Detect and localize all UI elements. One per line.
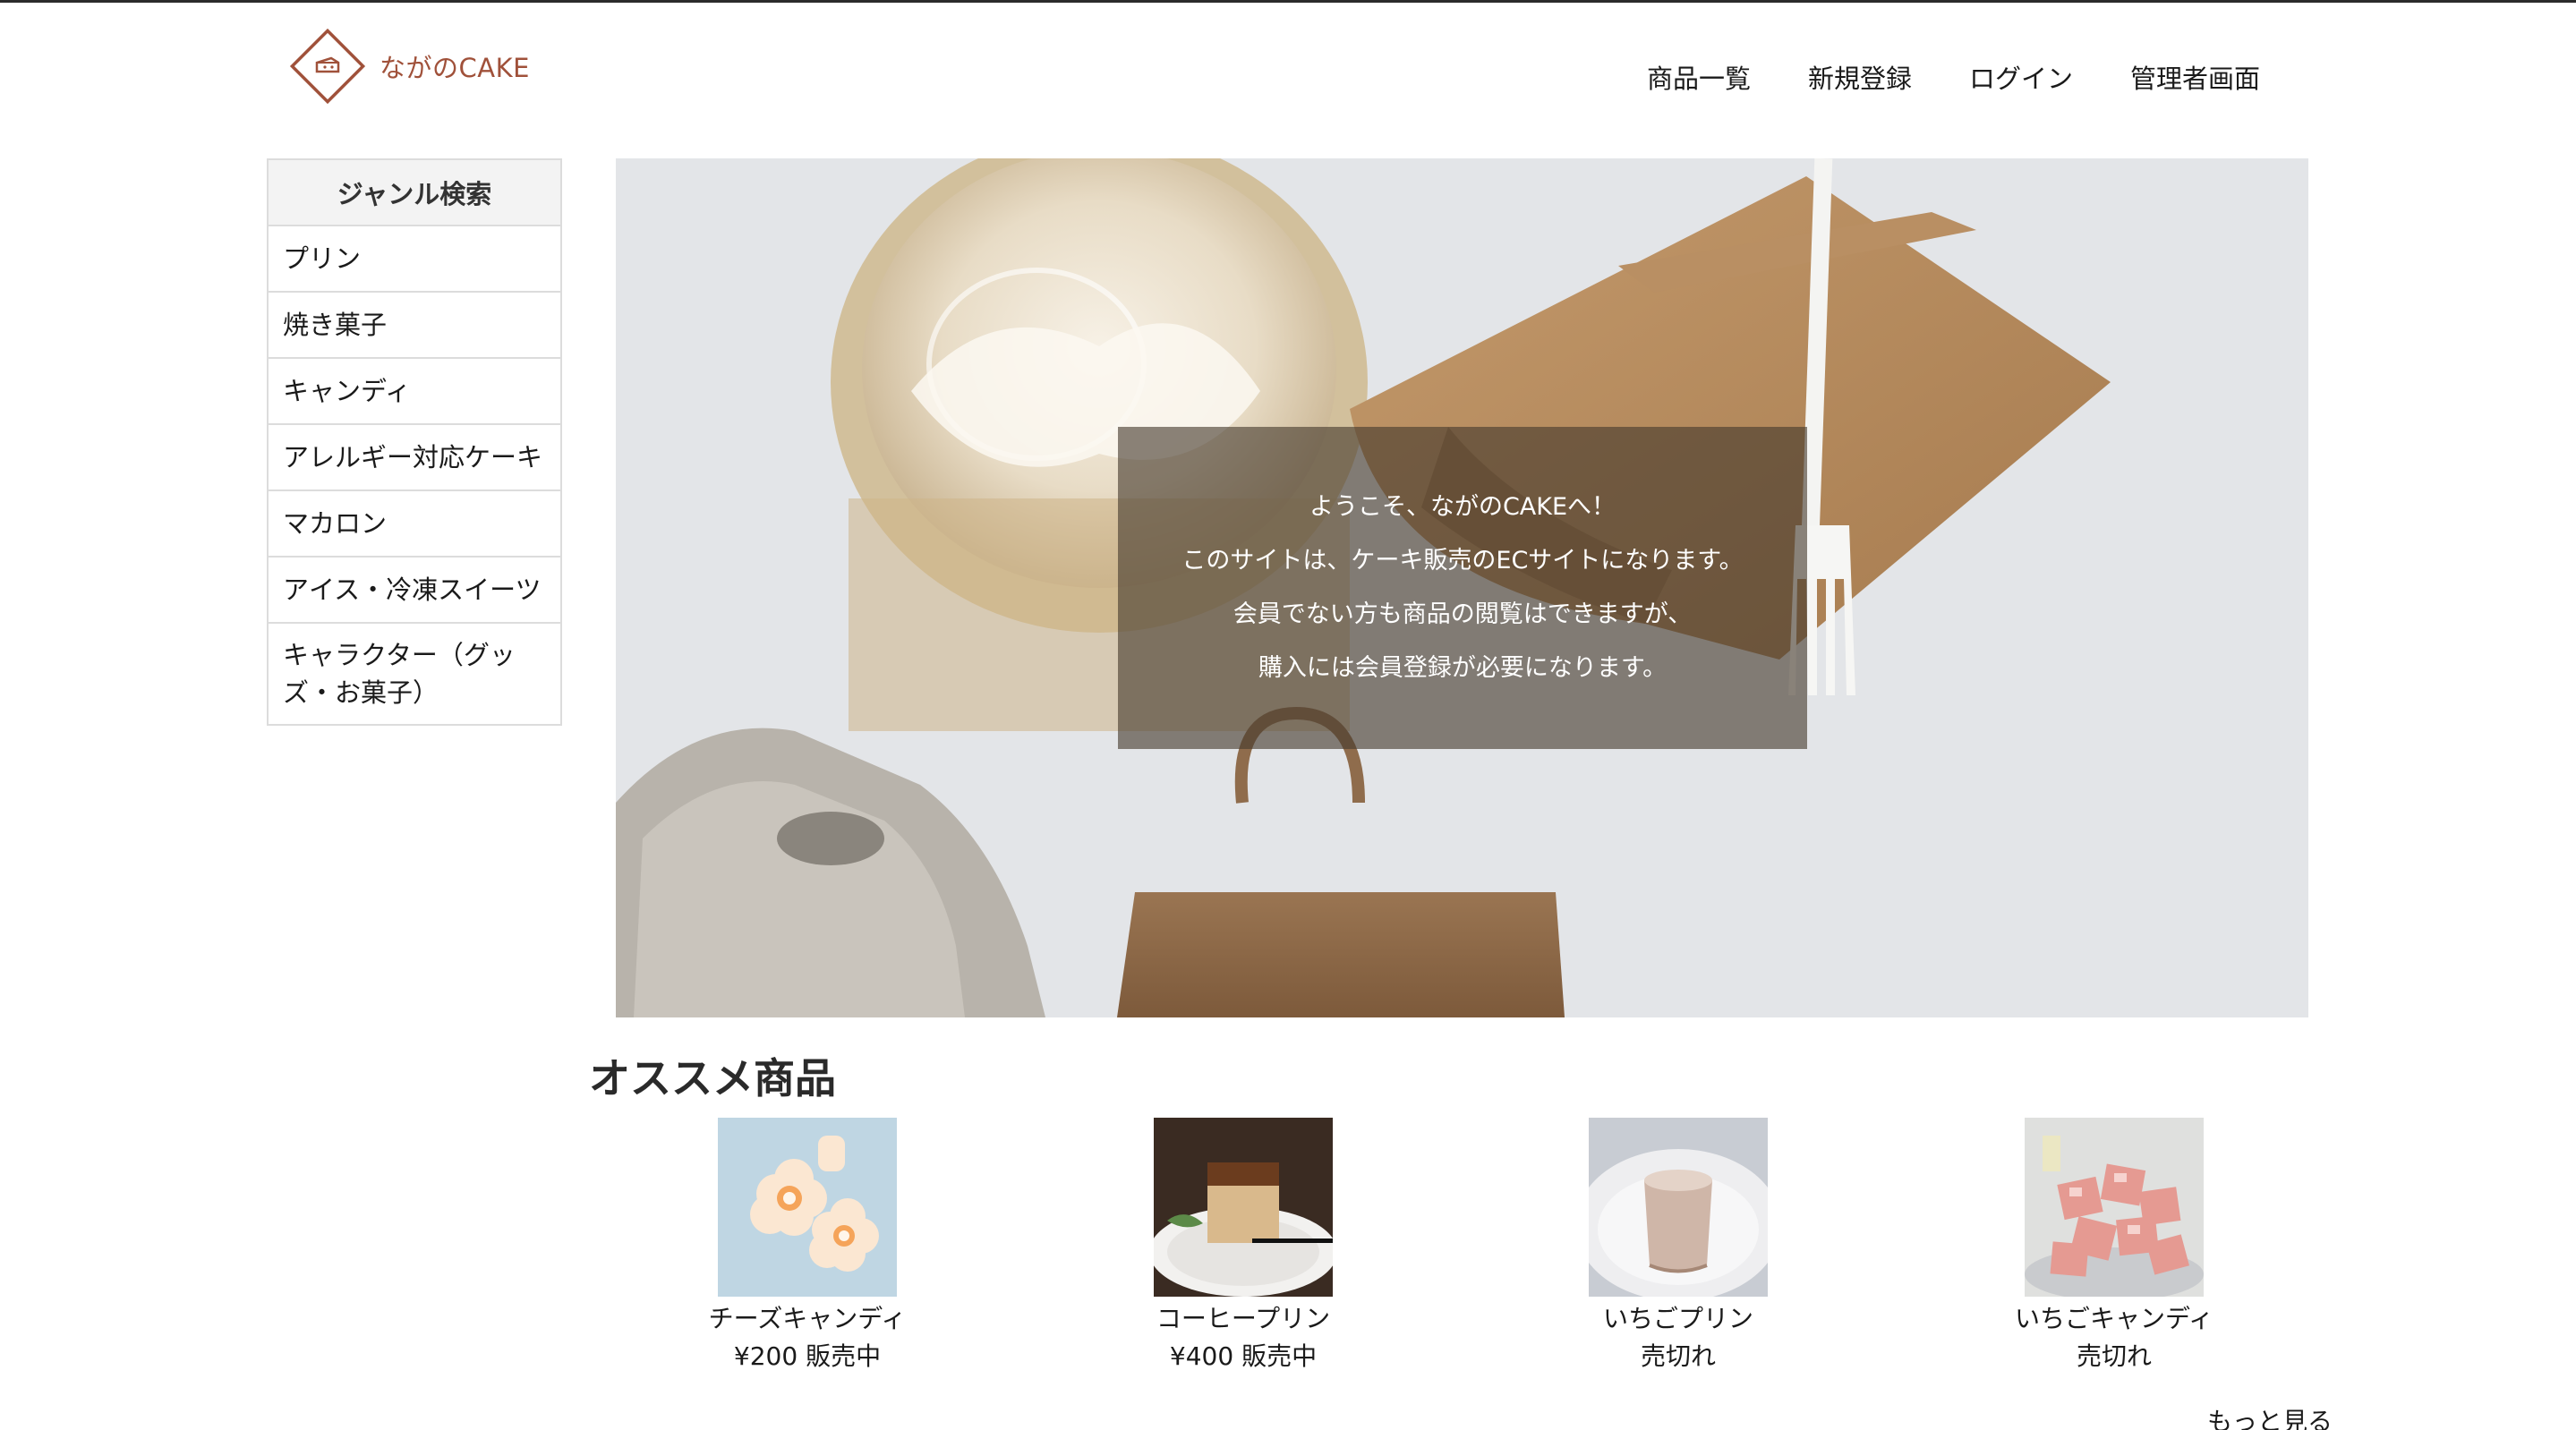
see-more-link[interactable]: もっと見る: [2207, 1402, 2333, 1430]
genre-item-character-goods[interactable]: キャラクター（グッズ・お菓子）: [269, 624, 560, 724]
genre-item-frozen-sweets[interactable]: アイス・冷凍スイーツ: [269, 558, 560, 624]
genre-item-baked-sweets[interactable]: 焼き菓子: [269, 293, 560, 359]
genre-search-panel: ジャンル検索 プリン 焼き菓子 キャンディ アレルギー対応ケーキ マカロン アイ…: [267, 158, 562, 726]
product-image[interactable]: [2025, 1118, 2204, 1297]
recommended-title: オススメ商品: [589, 1054, 836, 1102]
welcome-line-4: 購入には会員登録が必要になります。: [1258, 654, 1668, 682]
cake-icon: [283, 21, 372, 111]
product-card[interactable]: コーヒープリン ¥400 販売中: [1109, 1118, 1378, 1375]
genre-search-title: ジャンル検索: [269, 160, 560, 226]
logo-text: ながのCAKE: [380, 53, 530, 83]
product-image[interactable]: [718, 1118, 897, 1297]
product-name[interactable]: いちごキャンディ: [1980, 1300, 2248, 1338]
product-name[interactable]: チーズキャンディ: [673, 1300, 942, 1338]
product-price-status: 売切れ: [1640, 1341, 1716, 1371]
product-card[interactable]: チーズキャンディ ¥200 販売中: [673, 1118, 942, 1375]
nav-signup[interactable]: 新規登録: [1808, 58, 1912, 96]
genre-item-candy[interactable]: キャンディ: [269, 359, 560, 425]
hero-banner: ようこそ、ながのCAKEへ！ このサイトは、ケーキ販売のECサイトになります。 …: [616, 158, 2308, 1017]
welcome-message: ようこそ、ながのCAKEへ！ このサイトは、ケーキ販売のECサイトになります。 …: [1118, 427, 1807, 749]
nav-login[interactable]: ログイン: [1969, 58, 2073, 96]
product-image[interactable]: [1589, 1118, 1768, 1297]
welcome-line-2: このサイトは、ケーキ販売のECサイトになります。: [1181, 547, 1744, 575]
main-nav: 商品一覧 新規登録 ログイン 管理者画面: [1647, 58, 2260, 96]
welcome-line-3: 会員でない方も商品の閲覧はできますが、: [1233, 600, 1693, 628]
genre-item-allergy-cake[interactable]: アレルギー対応ケーキ: [269, 425, 560, 491]
welcome-line-1: ようこそ、ながのCAKEへ！: [1309, 493, 1616, 521]
product-price-status: ¥400 販売中: [1169, 1341, 1318, 1371]
product-image[interactable]: [1154, 1118, 1333, 1297]
product-card[interactable]: いちごプリン 売切れ: [1544, 1118, 1813, 1375]
nav-admin[interactable]: 管理者画面: [2130, 58, 2260, 96]
product-card[interactable]: いちごキャンディ 売切れ: [1980, 1118, 2248, 1375]
product-name[interactable]: いちごプリン: [1544, 1300, 1813, 1338]
product-name[interactable]: コーヒープリン: [1109, 1300, 1378, 1338]
product-price-status: 売切れ: [2076, 1341, 2152, 1371]
genre-item-macaron[interactable]: マカロン: [269, 491, 560, 558]
product-price-status: ¥200 販売中: [733, 1341, 882, 1371]
nav-products[interactable]: 商品一覧: [1647, 58, 1751, 96]
genre-item-pudding[interactable]: プリン: [269, 226, 560, 293]
page: ながのCAKE 商品一覧 新規登録 ログイン 管理者画面 ジャンル検索 プリン …: [0, 0, 2576, 1430]
site-logo[interactable]: ながのCAKE: [283, 19, 530, 114]
